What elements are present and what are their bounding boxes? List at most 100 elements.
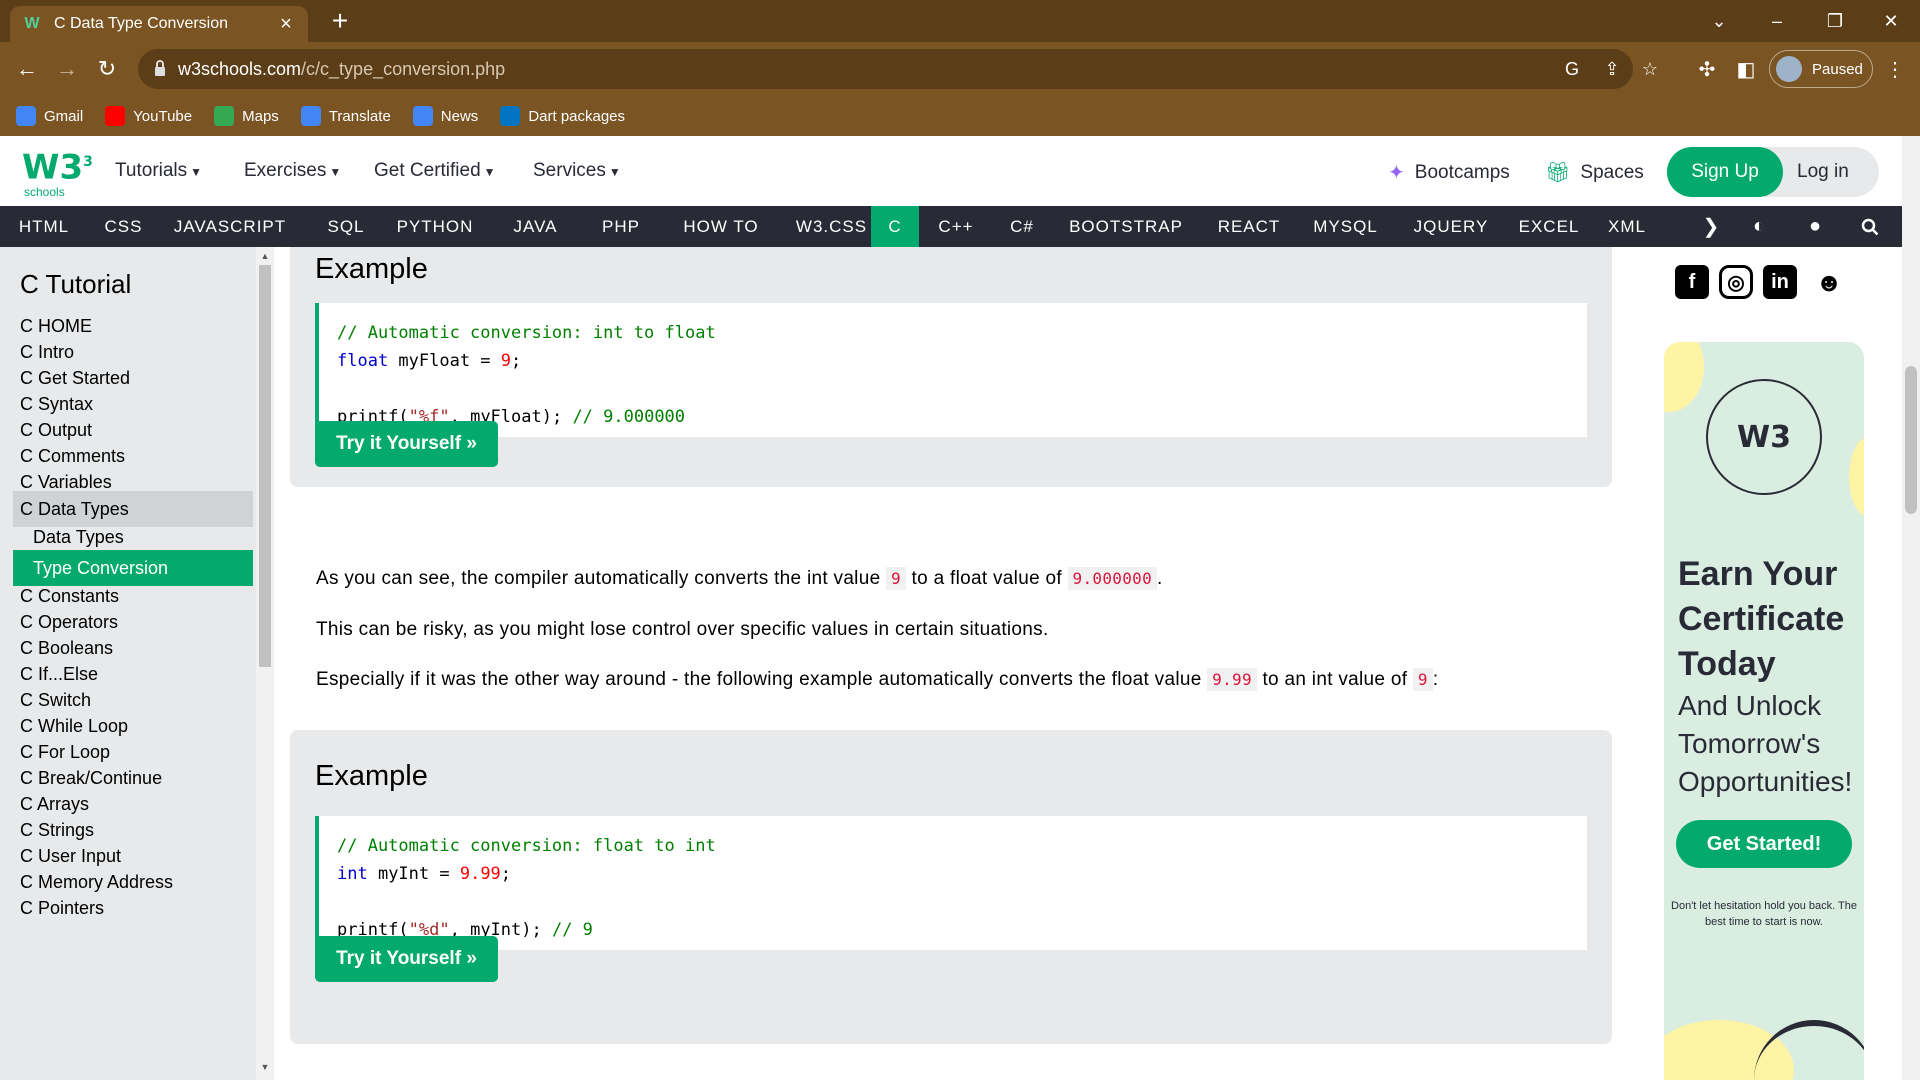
try-it-yourself-button[interactable]: Try it Yourself » [315, 936, 498, 982]
try-it-yourself-button[interactable]: Try it Yourself » [315, 421, 498, 467]
menu-tutorials[interactable]: Tutorials ▼ [115, 160, 202, 182]
menu-exercises[interactable]: Exercises ▼ [244, 160, 341, 182]
nav-java[interactable]: JAVA [491, 206, 580, 247]
page-scroll-thumb[interactable] [1905, 366, 1917, 514]
forward-icon[interactable]: → [52, 54, 82, 84]
nav-how-to[interactable]: HOW TO [660, 206, 782, 247]
page-scrollbar[interactable] [1902, 136, 1920, 1080]
sidebar-item-c-comments[interactable]: C Comments [20, 446, 125, 467]
nav-c#[interactable]: C# [993, 206, 1051, 247]
nav-sql[interactable]: SQL [311, 206, 381, 247]
sidebar-item-c-arrays[interactable]: C Arrays [20, 794, 89, 815]
new-tab-icon[interactable]: + [325, 6, 355, 36]
scroll-down-icon[interactable]: ▼ [256, 1062, 274, 1076]
nav-jquery[interactable]: JQUERY [1394, 206, 1508, 247]
bootcamps-link[interactable]: ✦ Bootcamps [1388, 160, 1510, 185]
caret-down-icon: ▼ [608, 165, 621, 179]
address-bar[interactable]: w3schools.com/c/c_type_conversion.php G … [138, 49, 1658, 89]
ad-subheadline: And Unlock Tomorrow's Opportunities! [1678, 690, 1853, 797]
spaces-link[interactable]: 🎁︎ Spaces [1545, 160, 1644, 185]
discord-icon[interactable]: ☻ [1807, 265, 1851, 299]
search-icon[interactable] [1852, 206, 1888, 247]
extensions-icon[interactable]: ✣ [1692, 54, 1722, 84]
menu-services[interactable]: Services ▼ [533, 160, 621, 182]
sidebar-item-c-constants[interactable]: C Constants [20, 586, 119, 607]
nav-react[interactable]: REACT [1200, 206, 1298, 247]
close-window-icon[interactable]: ✕ [1862, 0, 1920, 42]
bookmark-youtube[interactable]: YouTube [105, 106, 192, 126]
tutorial-sidebar: C Tutorial C HOME C Intro C Get Started C S… [0, 247, 256, 1080]
sidebar-item-c-user-input[interactable]: C User Input [20, 846, 121, 867]
back-icon[interactable]: ← [12, 54, 42, 84]
sidebar-scrollbar[interactable]: ▲ ▼ [256, 247, 274, 1080]
sidebar-item-data-types[interactable]: Data Types [33, 527, 124, 548]
dark-mode-icon[interactable]: ◐ [1741, 206, 1777, 247]
sidebar-item-c-pointers[interactable]: C Pointers [20, 898, 104, 919]
nav-php[interactable]: PHP [582, 206, 660, 247]
sidebar-item-c-strings[interactable]: C Strings [20, 820, 94, 841]
sidebar-item-c-switch[interactable]: C Switch [20, 690, 91, 711]
nav-html[interactable]: HTML [0, 206, 88, 247]
profile-button[interactable]: Paused [1769, 50, 1873, 88]
tab-search-icon[interactable]: ⌄ [1690, 0, 1748, 42]
sidebar-item-c-if-else[interactable]: C If...Else [20, 664, 98, 685]
sign-up-button[interactable]: Sign Up [1667, 147, 1783, 197]
sidebar-item-c-get-started[interactable]: C Get Started [20, 368, 130, 389]
nav-css[interactable]: CSS [88, 206, 159, 247]
side-panel-icon[interactable]: ◧ [1731, 54, 1761, 84]
caret-down-icon: ▼ [483, 165, 496, 179]
bookmark-news[interactable]: News [412, 106, 479, 126]
globe-icon[interactable]: ● [1797, 206, 1833, 247]
minimize-icon[interactable]: – [1748, 0, 1806, 42]
nav-c[interactable]: C [871, 206, 919, 247]
menu-get-certified[interactable]: Get Certified ▼ [374, 160, 496, 182]
nav-excel[interactable]: EXCEL [1507, 206, 1591, 247]
facebook-icon[interactable]: f [1675, 265, 1709, 299]
sidebar-item-c-data-types[interactable]: C Data Types [13, 491, 253, 527]
bookmark-translate[interactable]: Translate [300, 106, 391, 126]
bookmark-maps[interactable]: Maps [214, 106, 279, 126]
sidebar-scroll-thumb[interactable] [259, 265, 271, 667]
nav-javascript[interactable]: JAVASCRIPT [170, 206, 290, 247]
nav-bootstrap[interactable]: BOOTSTRAP [1051, 206, 1201, 247]
w3schools-logo[interactable]: W33 schools [22, 144, 93, 200]
reload-icon[interactable]: ↻ [92, 54, 122, 84]
bookmark-label: News [440, 107, 479, 125]
browser-tab[interactable]: W C Data Type Conversion × [10, 6, 308, 42]
tab-close-icon[interactable]: × [276, 13, 296, 36]
certificate-ad[interactable]: W3 Earn Your Certificate Today And Unloc… [1664, 342, 1864, 1080]
scroll-up-icon[interactable]: ▲ [256, 251, 274, 265]
nav-c++[interactable]: C++ [920, 206, 992, 247]
instagram-icon[interactable]: ◎ [1719, 265, 1753, 299]
sidebar-item-c-intro[interactable]: C Intro [20, 342, 74, 363]
site-header: W33 schools Tutorials ▼ Exercises ▼ Get Ce… [0, 136, 1902, 206]
sidebar-item-c-for-loop[interactable]: C For Loop [20, 742, 110, 763]
menu-kebab-icon[interactable]: ⋮ [1880, 54, 1910, 84]
sidebar-item-c-home[interactable]: C HOME [20, 316, 92, 337]
bookmark-star-icon[interactable]: ☆ [1638, 57, 1662, 81]
share-icon[interactable]: ⇪ [1600, 57, 1624, 81]
bookmark-gmail[interactable]: Gmail [16, 106, 83, 126]
nav-xml[interactable]: XML [1592, 206, 1662, 247]
linkedin-icon[interactable]: in [1763, 265, 1797, 299]
sidebar-item-c-operators[interactable]: C Operators [20, 612, 118, 633]
auth-box: Sign Up Log in [1667, 147, 1879, 197]
sidebar-item-c-while-loop[interactable]: C While Loop [20, 716, 128, 737]
nav-w3-css[interactable]: W3.CSS [780, 206, 883, 247]
restore-icon[interactable]: ❐ [1806, 0, 1864, 42]
bookmark-dart-packages[interactable]: Dart packages [500, 106, 625, 126]
sidebar-item-c-booleans[interactable]: C Booleans [20, 638, 113, 659]
example-heading: Example [315, 760, 428, 792]
nav-python[interactable]: PYTHON [381, 206, 489, 247]
log-in-button[interactable]: Log in [1797, 147, 1849, 197]
sidebar-item-c-output[interactable]: C Output [20, 420, 92, 441]
sidebar-item-c-break-continue[interactable]: C Break/Continue [20, 768, 162, 789]
sidebar-item-c-variables[interactable]: C Variables [20, 472, 112, 493]
google-lens-icon[interactable]: G [1560, 57, 1584, 81]
nav-mysql[interactable]: MYSQL [1300, 206, 1391, 247]
scroll-right-icon[interactable]: ❯ [1693, 206, 1729, 247]
sidebar-item-c-memory-address[interactable]: C Memory Address [20, 872, 173, 893]
get-started-button[interactable]: Get Started! [1676, 820, 1852, 868]
sidebar-item-c-syntax[interactable]: C Syntax [20, 394, 93, 415]
sidebar-item-type-conversion[interactable]: Type Conversion [13, 550, 253, 586]
